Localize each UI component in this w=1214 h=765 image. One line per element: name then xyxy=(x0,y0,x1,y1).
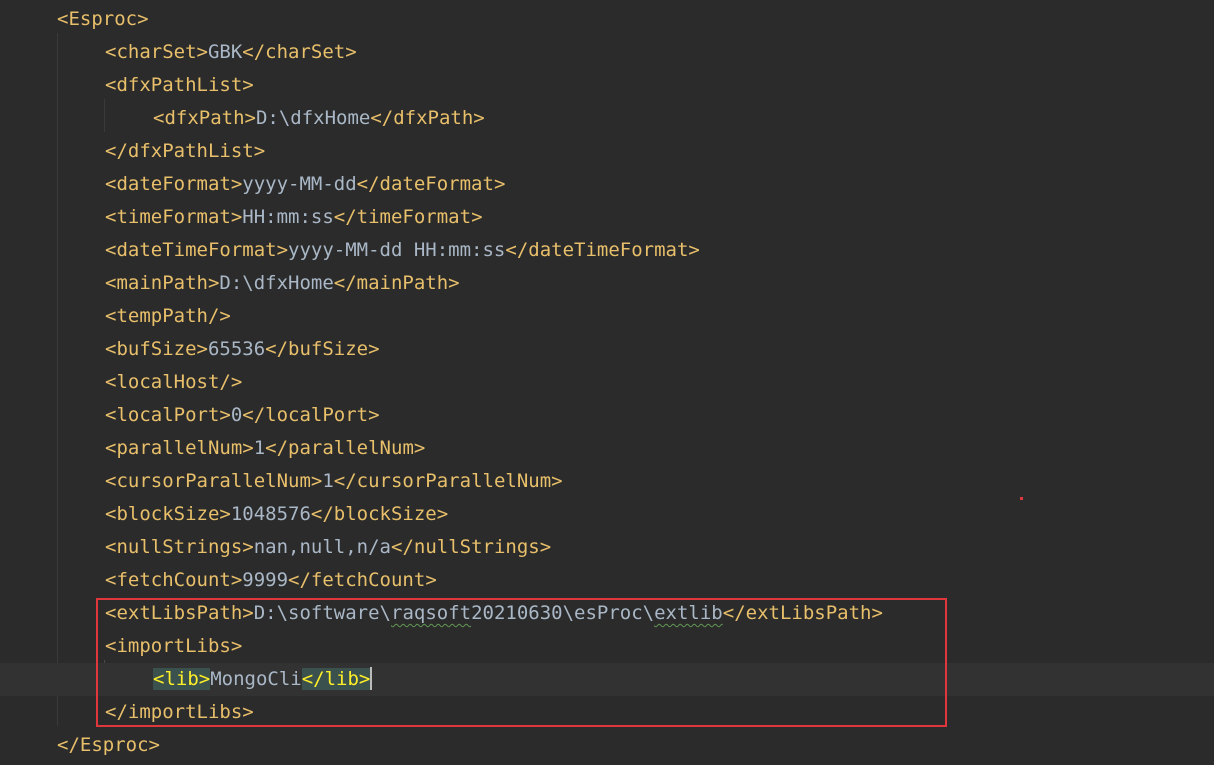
xml-text: 65536 xyxy=(207,338,266,360)
code-line[interactable]: <localHost/> xyxy=(0,366,1214,399)
xml-tag: <dateTimeFormat> xyxy=(105,239,289,261)
xml-tag: <Esproc> xyxy=(57,8,149,30)
code-line-content: </Esproc> xyxy=(57,729,160,762)
xml-text: D:\dfxHome xyxy=(219,272,334,294)
code-line[interactable]: <localPort>0</localPort> xyxy=(0,399,1214,432)
xml-tag: <localHost/> xyxy=(105,371,243,393)
code-line-content: <dfxPathList> xyxy=(105,69,254,102)
xml-tag: <parallelNum> xyxy=(105,437,254,459)
code-line-content: <dfxPath>D:\dfxHome</dfxPath> xyxy=(153,102,485,135)
xml-tag: </Esproc> xyxy=(57,734,160,756)
xml-text: nan,null,n/a xyxy=(253,536,391,558)
xml-tag: <tempPath/> xyxy=(105,305,231,327)
xml-tag: <fetchCount> xyxy=(105,569,243,591)
xml-tag: <mainPath> xyxy=(105,272,220,294)
code-line-content: <mainPath>D:\dfxHome</mainPath> xyxy=(105,267,460,300)
xml-tag: <localPort> xyxy=(105,404,231,426)
xml-tag: <blockSize> xyxy=(105,503,231,525)
xml-tag: <nullStrings> xyxy=(105,536,254,558)
code-line[interactable]: </dfxPathList> xyxy=(0,135,1214,168)
code-line-content: <localHost/> xyxy=(105,366,242,399)
code-line-content: <localPort>0</localPort> xyxy=(105,399,380,432)
xml-text: 1 xyxy=(322,470,334,492)
code-line[interactable]: <tempPath/> xyxy=(0,300,1214,333)
code-line[interactable]: <dfxPathList> xyxy=(0,69,1214,102)
code-line[interactable]: <fetchCount>9999</fetchCount> xyxy=(0,564,1214,597)
code-line-content: <dateFormat>yyyy-MM-dd</dateFormat> xyxy=(105,168,505,201)
xml-tag: </charSet> xyxy=(242,41,357,63)
code-line-content: <nullStrings>nan,null,n/a</nullStrings> xyxy=(105,531,551,564)
code-line-content: <blockSize>1048576</blockSize> xyxy=(105,498,448,531)
code-line[interactable]: <bufSize>65536</bufSize> xyxy=(0,333,1214,366)
code-line-content: <Esproc> xyxy=(57,3,149,36)
xml-tag: </mainPath> xyxy=(333,272,460,294)
xml-tag: </dateTimeFormat> xyxy=(505,239,700,261)
code-line-content: <dateTimeFormat>yyyy-MM-dd HH:mm:ss</dat… xyxy=(105,234,700,267)
xml-text: GBK xyxy=(207,41,243,63)
code-line[interactable]: <dateTimeFormat>yyyy-MM-dd HH:mm:ss</dat… xyxy=(0,234,1214,267)
xml-tag: </blockSize> xyxy=(310,503,449,525)
code-line[interactable]: <Esproc> xyxy=(0,3,1214,36)
code-line-content: <tempPath/> xyxy=(105,300,231,333)
xml-text: 1048576 xyxy=(230,503,311,525)
error-marker xyxy=(1020,497,1023,500)
xml-tag: </cursorParallelNum> xyxy=(333,470,563,492)
xml-text: 1 xyxy=(253,437,266,459)
code-line-content: <timeFormat>HH:mm:ss</timeFormat> xyxy=(105,201,483,234)
xml-tag: <dfxPathList> xyxy=(105,74,254,96)
code-line[interactable]: <dateFormat>yyyy-MM-dd</dateFormat> xyxy=(0,168,1214,201)
highlight-box xyxy=(96,598,947,727)
xml-tag: </dfxPathList> xyxy=(105,140,266,162)
code-line[interactable]: <dfxPath>D:\dfxHome</dfxPath> xyxy=(0,102,1214,135)
code-line[interactable]: <charSet>GBK</charSet> xyxy=(0,36,1214,69)
code-line[interactable]: <parallelNum>1</parallelNum> xyxy=(0,432,1214,465)
xml-tag: </fetchCount> xyxy=(288,569,437,591)
xml-text: HH:mm:ss xyxy=(242,206,334,228)
xml-text: yyyy-MM-dd xyxy=(242,173,357,195)
xml-tag: <bufSize> xyxy=(105,338,208,360)
xml-tag: </dfxPath> xyxy=(370,107,485,129)
xml-tag: <dfxPath> xyxy=(153,107,256,129)
code-line-content: <cursorParallelNum>1</cursorParallelNum> xyxy=(105,465,563,498)
xml-tag: </dateFormat> xyxy=(356,173,506,195)
xml-tag: </parallelNum> xyxy=(265,437,426,459)
xml-tag: </localPort> xyxy=(242,404,380,426)
xml-text: D:\dfxHome xyxy=(255,107,371,129)
xml-tag: </bufSize> xyxy=(265,338,380,360)
code-line[interactable]: <blockSize>1048576</blockSize> xyxy=(0,498,1214,531)
code-line-content: </dfxPathList> xyxy=(105,135,265,168)
code-line-content: <fetchCount>9999</fetchCount> xyxy=(105,564,437,597)
xml-text: 0 xyxy=(230,404,243,426)
code-line[interactable]: <nullStrings>nan,null,n/a</nullStrings> xyxy=(0,531,1214,564)
code-line[interactable]: <cursorParallelNum>1</cursorParallelNum> xyxy=(0,465,1214,498)
code-line[interactable]: </Esproc> xyxy=(0,729,1214,762)
xml-tag: <charSet> xyxy=(105,41,208,63)
xml-tag: <timeFormat> xyxy=(105,206,243,228)
code-line[interactable]: <mainPath>D:\dfxHome</mainPath> xyxy=(0,267,1214,300)
xml-tag: </timeFormat> xyxy=(333,206,483,228)
code-line-content: <bufSize>65536</bufSize> xyxy=(105,333,380,366)
xml-tag: <cursorParallelNum> xyxy=(105,470,323,492)
xml-text: yyyy-MM-dd HH:mm:ss xyxy=(288,239,506,261)
code-line[interactable]: <timeFormat>HH:mm:ss</timeFormat> xyxy=(0,201,1214,234)
code-line-content: <charSet>GBK</charSet> xyxy=(105,36,357,69)
xml-text: 9999 xyxy=(242,569,289,591)
code-line-content: <parallelNum>1</parallelNum> xyxy=(105,432,425,465)
xml-tag: </nullStrings> xyxy=(391,536,552,558)
xml-tag: <dateFormat> xyxy=(105,173,243,195)
